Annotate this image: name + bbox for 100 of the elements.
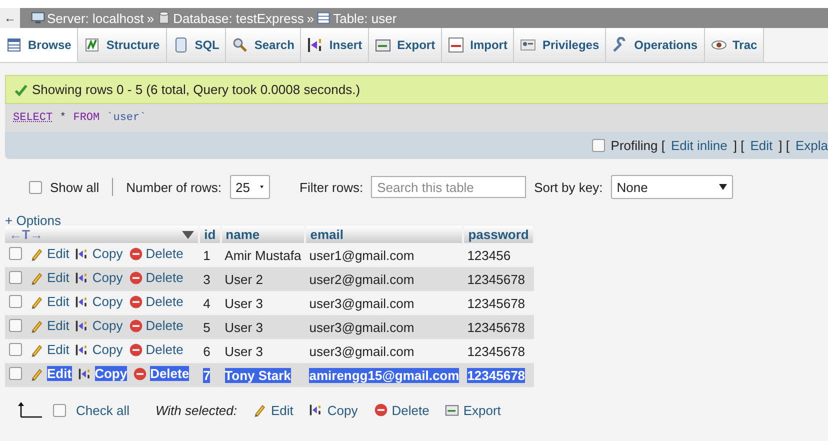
bulk-action-link[interactable]: Copy	[327, 402, 358, 418]
table-cell: 4	[203, 296, 210, 310]
tab[interactable]: Operations	[606, 28, 705, 62]
row-action-link[interactable]: Edit	[47, 318, 70, 334]
rows-label: Number of rows:	[126, 180, 222, 194]
row-action-link[interactable]: Edit	[47, 270, 70, 286]
caret-icon	[718, 184, 727, 190]
delete-icon	[128, 342, 143, 357]
row-action-link[interactable]: Delete	[150, 366, 190, 382]
rows-dropdown[interactable]: 25	[230, 175, 270, 199]
pencil-icon	[30, 342, 44, 357]
options-link[interactable]: + Options	[5, 213, 62, 228]
table-cell: 7	[203, 368, 210, 382]
database-icon	[157, 11, 172, 25]
row-action-link[interactable]: Copy	[92, 246, 123, 262]
table-icon	[317, 11, 332, 25]
column-header[interactable]: id	[199, 226, 221, 243]
table-cell: user2@gmail.com	[309, 272, 414, 286]
sort-caret-icon[interactable]	[182, 230, 194, 238]
row-action-link[interactable]: Edit	[47, 294, 70, 310]
breadcrumb-separator: »	[306, 10, 314, 26]
sql-token[interactable]: SELECT	[13, 112, 53, 124]
import-icon	[448, 37, 464, 53]
checkbox[interactable]	[53, 404, 66, 416]
row-action-link[interactable]: Edit	[47, 366, 72, 382]
search-icon	[232, 37, 248, 53]
bulk-action-link[interactable]: Edit	[271, 402, 294, 418]
copy-icon	[75, 342, 90, 357]
row-action-link[interactable]: Copy	[92, 294, 123, 310]
users-icon	[520, 37, 536, 53]
breadcrumb-link[interactable]: Table: user	[333, 10, 397, 26]
row-action-link[interactable]: Copy	[92, 318, 123, 334]
profiling-text: Profiling [	[610, 138, 665, 153]
table-cell: 123456	[467, 248, 511, 262]
checkbox[interactable]	[9, 343, 22, 356]
checkbox[interactable]	[29, 180, 42, 194]
copy-icon	[75, 270, 90, 285]
row-action-link[interactable]: Delete	[146, 342, 184, 358]
sql-token: *	[60, 112, 66, 124]
row-action-link[interactable]: Copy	[92, 270, 123, 286]
table-cell: User 3	[224, 344, 263, 358]
pencil-icon	[30, 270, 44, 285]
tab[interactable]: Import	[442, 28, 514, 62]
row-action-link[interactable]: Copy	[94, 366, 128, 382]
profiling-text: ] [	[733, 138, 744, 153]
breadcrumb-link[interactable]: Server: localhost	[47, 10, 144, 26]
bulk-action-link[interactable]: Export	[463, 402, 501, 418]
profiling-link[interactable]: Expla	[795, 138, 828, 153]
checkbox[interactable]	[9, 319, 22, 332]
checkbox[interactable]	[9, 295, 22, 308]
row-action-link[interactable]: Edit	[47, 342, 70, 358]
tab[interactable]: SQL	[166, 28, 226, 62]
tab[interactable]: Search	[226, 28, 302, 62]
sql-token: `user`	[106, 112, 146, 124]
computer-icon	[31, 11, 45, 25]
checkbox[interactable]	[9, 271, 22, 284]
row-action-link[interactable]: Delete	[146, 318, 184, 334]
arrow-up-icon	[17, 402, 43, 418]
column-header[interactable]: password	[463, 226, 534, 243]
export-icon	[445, 403, 460, 417]
tab[interactable]: Browse	[0, 28, 78, 62]
sort-label: Sort by key:	[534, 180, 603, 194]
caret-icon	[260, 184, 264, 190]
row-action-link[interactable]: Delete	[146, 294, 184, 310]
bulk-action-link[interactable]: Delete	[392, 402, 430, 418]
breadcrumb-link[interactable]: Database: testExpress	[173, 10, 304, 26]
back-button[interactable]: ←	[0, 8, 20, 28]
table-cell: user1@gmail.com	[309, 248, 414, 262]
profiling-text: ] [	[778, 138, 790, 153]
structure-icon	[84, 37, 100, 53]
filter-label: Filter rows:	[300, 180, 364, 194]
check-all-label[interactable]: Check all	[76, 402, 130, 418]
row-action-link[interactable]: Delete	[146, 270, 184, 286]
profiling-link[interactable]: Edit inline	[671, 138, 728, 153]
pencil-icon	[30, 294, 44, 309]
checkbox[interactable]	[9, 367, 22, 380]
column-header[interactable]: name	[220, 226, 306, 243]
tab[interactable]: Export	[369, 28, 442, 62]
checkbox[interactable]	[592, 139, 605, 152]
sort-dropdown[interactable]: None	[610, 175, 733, 199]
table-cell: 12345678	[467, 272, 526, 286]
breadcrumb-separator: »	[146, 10, 154, 26]
table-cell: User 3	[224, 296, 263, 310]
filter-field[interactable]: Search this table	[371, 176, 526, 198]
column-resize-handle[interactable]: ←T→	[9, 227, 43, 242]
tab[interactable]: Insert	[301, 28, 370, 62]
pencil-icon	[30, 366, 44, 381]
row-action-link[interactable]: Delete	[146, 246, 184, 262]
table-cell: 1	[203, 248, 210, 262]
tab[interactable]: Structure	[78, 28, 167, 62]
pencil-icon	[30, 246, 44, 261]
tab[interactable]: Trac	[704, 28, 764, 62]
checkbox[interactable]	[9, 247, 22, 260]
row-action-link[interactable]: Copy	[92, 342, 123, 358]
row-action-link[interactable]: Edit	[47, 246, 70, 262]
copy-icon	[78, 366, 92, 381]
tab[interactable]: Privileges	[514, 28, 606, 62]
column-header[interactable]: email	[305, 226, 464, 243]
pencil-icon	[30, 318, 44, 333]
profiling-link[interactable]: Edit	[750, 138, 773, 153]
